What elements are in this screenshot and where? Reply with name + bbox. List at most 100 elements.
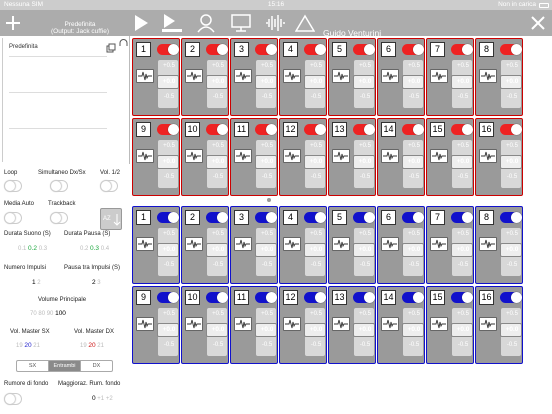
trackback-toggle[interactable] <box>50 212 68 224</box>
waveform-button[interactable] <box>381 69 399 83</box>
red-channel-cell[interactable]: 9 +0.5 +0.0 -0.5 <box>132 118 180 196</box>
preset-item[interactable]: Predefinita <box>9 44 38 50</box>
channel-toggle[interactable] <box>500 212 522 223</box>
red-channel-cell[interactable]: 8 +0.5 +0.0 -0.5 <box>475 38 523 116</box>
preset-list[interactable]: Predefinita <box>2 38 107 162</box>
add-button[interactable] <box>2 10 24 36</box>
red-channel-cell[interactable]: 4 +0.5 +0.0 -0.5 <box>279 38 327 116</box>
waveform-button[interactable] <box>479 69 497 83</box>
channel-toggle[interactable] <box>353 292 375 303</box>
channel-toggle[interactable] <box>451 124 473 135</box>
red-channel-cell[interactable]: 3 +0.5 +0.0 -0.5 <box>230 38 278 116</box>
channel-toggle[interactable] <box>255 212 277 223</box>
waveform-button[interactable] <box>479 317 497 331</box>
channel-toggle[interactable] <box>255 292 277 303</box>
loop-toggle[interactable] <box>4 180 22 192</box>
red-channel-cell[interactable]: 5 +0.5 +0.0 -0.5 <box>328 38 376 116</box>
channel-toggle[interactable] <box>206 212 228 223</box>
waveform-button[interactable] <box>185 317 203 331</box>
red-channel-cell[interactable]: 14 +0.5 +0.0 -0.5 <box>377 118 425 196</box>
channel-toggle[interactable] <box>255 124 277 135</box>
channel-toggle[interactable] <box>500 292 522 303</box>
channel-toggle[interactable] <box>304 124 326 135</box>
waveform-button[interactable] <box>234 149 252 163</box>
waveform-button[interactable] <box>136 149 154 163</box>
blue-channel-cell[interactable]: 5 +0.5 +0.0 -0.5 <box>328 206 376 284</box>
channel-toggle[interactable] <box>500 44 522 55</box>
waveform-button[interactable] <box>136 237 154 251</box>
channel-toggle[interactable] <box>500 124 522 135</box>
user-settings-button[interactable] <box>194 10 220 36</box>
red-channel-cell[interactable]: 1 +0.5 +0.0 -0.5 <box>132 38 180 116</box>
channel-toggle[interactable] <box>206 292 228 303</box>
waveform-button[interactable] <box>332 237 350 251</box>
red-channel-cell[interactable]: 10 +0.5 +0.0 -0.5 <box>181 118 229 196</box>
warning-button[interactable] <box>294 10 316 36</box>
segment-dx[interactable]: DX <box>81 361 112 371</box>
red-channel-cell[interactable]: 7 +0.5 +0.0 -0.5 <box>426 38 474 116</box>
waveform-button[interactable] <box>185 237 203 251</box>
blue-channel-cell[interactable]: 12 +0.5 +0.0 -0.5 <box>279 286 327 364</box>
durata-pausa-picker[interactable]: 0.2 0.3 0.4 <box>80 245 109 252</box>
channel-toggle[interactable] <box>451 44 473 55</box>
numero-impulsi-picker[interactable]: 1 2 <box>32 279 41 286</box>
display-button[interactable] <box>228 10 254 36</box>
blue-channel-cell[interactable]: 7 +0.5 +0.0 -0.5 <box>426 206 474 284</box>
blue-channel-cell[interactable]: 14 +0.5 +0.0 -0.5 <box>377 286 425 364</box>
volume-principale-picker[interactable]: 70 80 90 100 <box>30 310 66 317</box>
waveform-button[interactable] <box>430 237 448 251</box>
segment-entrambi[interactable]: Entrambi <box>49 361 81 371</box>
vol-master-dx-picker[interactable]: 19 20 21 <box>80 342 104 349</box>
blue-channel-cell[interactable]: 11 +0.5 +0.0 -0.5 <box>230 286 278 364</box>
channel-toggle[interactable] <box>157 292 179 303</box>
red-channel-cell[interactable]: 13 +0.5 +0.0 -0.5 <box>328 118 376 196</box>
play-button[interactable] <box>130 10 152 36</box>
headphones-icon[interactable] <box>119 38 128 48</box>
waveform-button[interactable] <box>234 237 252 251</box>
channel-toggle[interactable] <box>157 124 179 135</box>
channel-toggle[interactable] <box>255 44 277 55</box>
channel-toggle[interactable] <box>206 124 228 135</box>
channel-toggle[interactable] <box>304 212 326 223</box>
vol-master-sx-picker[interactable]: 19 20 21 <box>16 342 40 349</box>
audio-button[interactable] <box>262 10 288 36</box>
pausa-impulsi-picker[interactable]: 2 3 <box>92 279 101 286</box>
channel-toggle[interactable] <box>157 44 179 55</box>
waveform-button[interactable] <box>283 69 301 83</box>
waveform-button[interactable] <box>381 317 399 331</box>
blue-channel-cell[interactable]: 10 +0.5 +0.0 -0.5 <box>181 286 229 364</box>
blue-channel-cell[interactable]: 16 +0.5 +0.0 -0.5 <box>475 286 523 364</box>
waveform-button[interactable] <box>283 237 301 251</box>
waveform-button[interactable] <box>136 317 154 331</box>
waveform-button[interactable] <box>136 69 154 83</box>
waveform-button[interactable] <box>283 149 301 163</box>
blue-channel-cell[interactable]: 9 +0.5 +0.0 -0.5 <box>132 286 180 364</box>
simultaneo-toggle[interactable] <box>50 180 68 192</box>
vol-half-toggle[interactable] <box>100 180 118 192</box>
channel-toggle[interactable] <box>304 44 326 55</box>
media-auto-toggle[interactable] <box>4 212 22 224</box>
blue-channel-cell[interactable]: 8 +0.5 +0.0 -0.5 <box>475 206 523 284</box>
channel-toggle[interactable] <box>206 44 228 55</box>
waveform-button[interactable] <box>332 317 350 331</box>
close-button[interactable] <box>526 10 550 36</box>
rumore-toggle[interactable] <box>4 393 22 405</box>
waveform-button[interactable] <box>381 149 399 163</box>
segment-sx[interactable]: SX <box>17 361 49 371</box>
waveform-button[interactable] <box>185 69 203 83</box>
channel-toggle[interactable] <box>353 212 375 223</box>
channel-toggle[interactable] <box>451 212 473 223</box>
channel-segmented-control[interactable]: SX Entrambi DX <box>16 360 113 372</box>
red-channel-cell[interactable]: 6 +0.5 +0.0 -0.5 <box>377 38 425 116</box>
divider-handle[interactable] <box>267 198 271 202</box>
waveform-button[interactable] <box>479 237 497 251</box>
red-channel-cell[interactable]: 11 +0.5 +0.0 -0.5 <box>230 118 278 196</box>
blue-channel-cell[interactable]: 3 +0.5 +0.0 -0.5 <box>230 206 278 284</box>
play-sequence-button[interactable] <box>160 10 184 36</box>
red-channel-cell[interactable]: 16 +0.5 +0.0 -0.5 <box>475 118 523 196</box>
channel-toggle[interactable] <box>353 44 375 55</box>
red-channel-cell[interactable]: 15 +0.5 +0.0 -0.5 <box>426 118 474 196</box>
channel-toggle[interactable] <box>402 44 424 55</box>
waveform-button[interactable] <box>479 149 497 163</box>
blue-channel-cell[interactable]: 15 +0.5 +0.0 -0.5 <box>426 286 474 364</box>
